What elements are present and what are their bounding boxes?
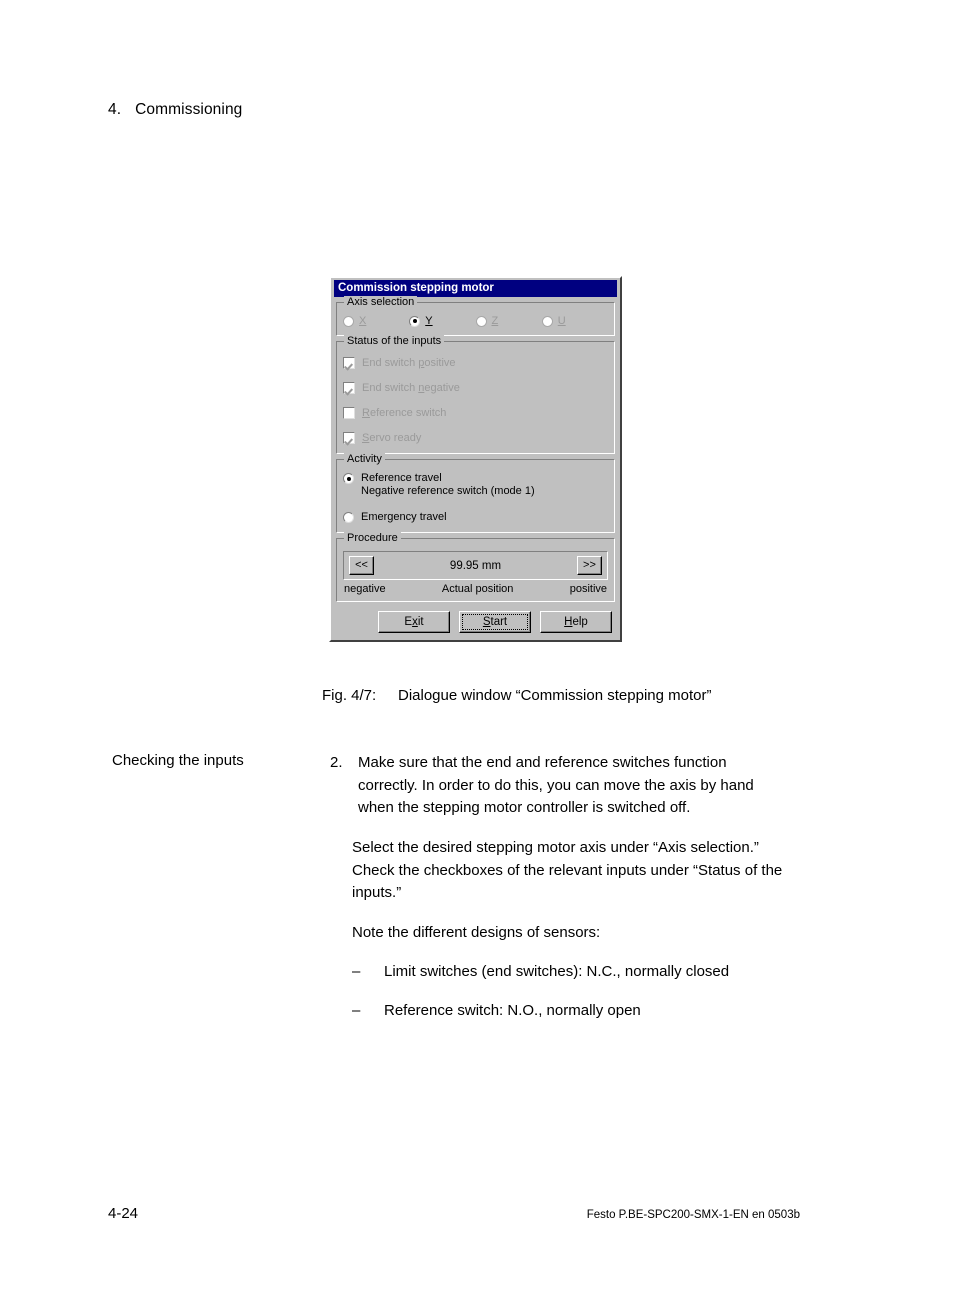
radio-reference-travel-sublabel: Negative reference switch (mode 1) <box>361 485 535 497</box>
radio-reference-travel-label: Reference travel <box>361 472 442 484</box>
checkbox-icon <box>343 382 355 394</box>
bullet-reference-switch: – Reference switch: N.O., normally open <box>352 1000 641 1023</box>
commission-stepping-motor-dialog[interactable]: Commission stepping motor Axis selection… <box>329 276 622 642</box>
radio-axis-u[interactable]: U <box>541 315 608 327</box>
checkbox-icon <box>343 357 355 369</box>
radio-circle-icon <box>343 315 354 327</box>
bullet-marker: – <box>352 963 361 980</box>
procedure-legend: Procedure <box>344 532 401 544</box>
radio-emergency-travel[interactable]: Emergency travel <box>343 511 608 523</box>
move-negative-button[interactable]: << <box>349 556 374 575</box>
checkbox-icon <box>343 432 355 444</box>
bullet-text: Limit switches (end switches): N.C., nor… <box>384 963 730 980</box>
help-button[interactable]: Help <box>540 611 612 633</box>
label-actual-position: Actual position <box>441 583 514 595</box>
label-positive: positive <box>569 583 607 595</box>
bullet-marker: – <box>352 1002 361 1019</box>
exit-button-label: Exit <box>404 616 424 628</box>
dialog-titlebar: Commission stepping motor <box>334 280 617 297</box>
figure-caption: Fig. 4/7: Dialogue window “Commission ste… <box>322 687 711 704</box>
checkbox-end-switch-negative-label: End switch negative <box>362 382 460 394</box>
exit-button[interactable]: Exit <box>378 611 450 633</box>
paragraph-axis-selection: Select the desired stepping motor axis u… <box>352 839 783 901</box>
checkbox-reference-switch-label: Reference switch <box>362 407 447 419</box>
checkbox-end-switch-positive[interactable]: End switch positive <box>343 354 608 372</box>
procedure-body: << 99.95 mm >> negative Actual position … <box>343 539 608 595</box>
checkbox-servo-ready-label: Servo ready <box>362 432 422 444</box>
status-of-inputs-group: Status of the inputs End switch positive… <box>336 335 615 454</box>
checkbox-end-switch-negative[interactable]: End switch negative <box>343 379 608 397</box>
activity-group: Activity Reference travel Negative refer… <box>336 453 615 533</box>
radio-axis-x[interactable]: X <box>343 315 409 327</box>
radio-axis-y[interactable]: Y <box>409 315 475 327</box>
footer-document-id: Festo P.BE-SPC200-SMX-1-EN en 0503b <box>586 1209 800 1221</box>
status-of-inputs-legend: Status of the inputs <box>344 335 445 347</box>
radio-reference-travel[interactable]: Reference travel Negative reference swit… <box>343 472 608 498</box>
footer-page-number: 4-24 <box>108 1205 139 1222</box>
radio-circle-icon <box>409 315 421 327</box>
procedure-group: Procedure << 99.95 mm >> negative Actual… <box>336 532 615 602</box>
radio-emergency-travel-label: Emergency travel <box>361 511 447 523</box>
margin-note-checking-the-inputs: Checking the inputs <box>112 752 244 769</box>
radio-circle-icon <box>475 315 487 327</box>
axis-selection-legend: Axis selection <box>344 296 418 308</box>
activity-body: Reference travel Negative reference swit… <box>343 460 608 523</box>
actual-position-value: 99.95 mm <box>449 559 502 572</box>
radio-axis-u-label: U <box>557 315 566 327</box>
axis-selection-group: Axis selection X Y Z U <box>336 296 615 336</box>
label-negative: negative <box>344 583 386 595</box>
status-of-inputs-body: End switch positive End switch negative … <box>343 342 608 447</box>
procedure-panel: << 99.95 mm >> <box>343 551 608 580</box>
radio-axis-z-label: Z <box>491 315 499 327</box>
checkbox-reference-switch[interactable]: Reference switch <box>343 404 608 422</box>
radio-axis-x-label: X <box>359 315 367 327</box>
checkbox-servo-ready[interactable]: Servo ready <box>343 429 608 447</box>
checkbox-end-switch-positive-label: End switch positive <box>362 357 456 369</box>
figure-caption-text: Dialogue window “Commission stepping mot… <box>398 687 712 704</box>
chapter-number: 4. <box>108 101 122 118</box>
figure-number: Fig. 4/7: <box>322 687 377 704</box>
paragraph-sensor-designs: Note the different designs of sensors: <box>352 924 601 941</box>
radio-circle-icon <box>343 473 354 484</box>
dialog-title: Commission stepping motor <box>338 282 494 294</box>
radio-circle-icon <box>541 315 553 327</box>
procedure-labels: negative Actual position positive <box>343 583 608 595</box>
activity-legend: Activity <box>344 453 385 465</box>
numbered-step-2: 2. Make sure that the end and reference … <box>330 752 788 820</box>
bullet-text: Reference switch: N.O., normally open <box>384 1002 641 1019</box>
step-text: Make sure that the end and reference swi… <box>358 754 754 816</box>
start-button[interactable]: Start <box>459 611 531 633</box>
bullet-limit-switches: – Limit switches (end switches): N.C., n… <box>352 961 729 984</box>
start-button-label: Start <box>482 616 508 628</box>
chapter-title: Commissioning <box>135 101 243 118</box>
checkbox-icon <box>343 407 355 419</box>
radio-axis-z[interactable]: Z <box>475 315 542 327</box>
page-title: 4. Commissioning <box>108 101 242 119</box>
radio-circle-icon <box>343 512 354 523</box>
radio-axis-y-label: Y <box>425 315 433 327</box>
dialog-button-row: Exit Start Help <box>334 611 612 633</box>
help-button-label: Help <box>564 616 588 628</box>
move-positive-button[interactable]: >> <box>576 556 602 575</box>
step-marker: 2. <box>330 754 343 771</box>
